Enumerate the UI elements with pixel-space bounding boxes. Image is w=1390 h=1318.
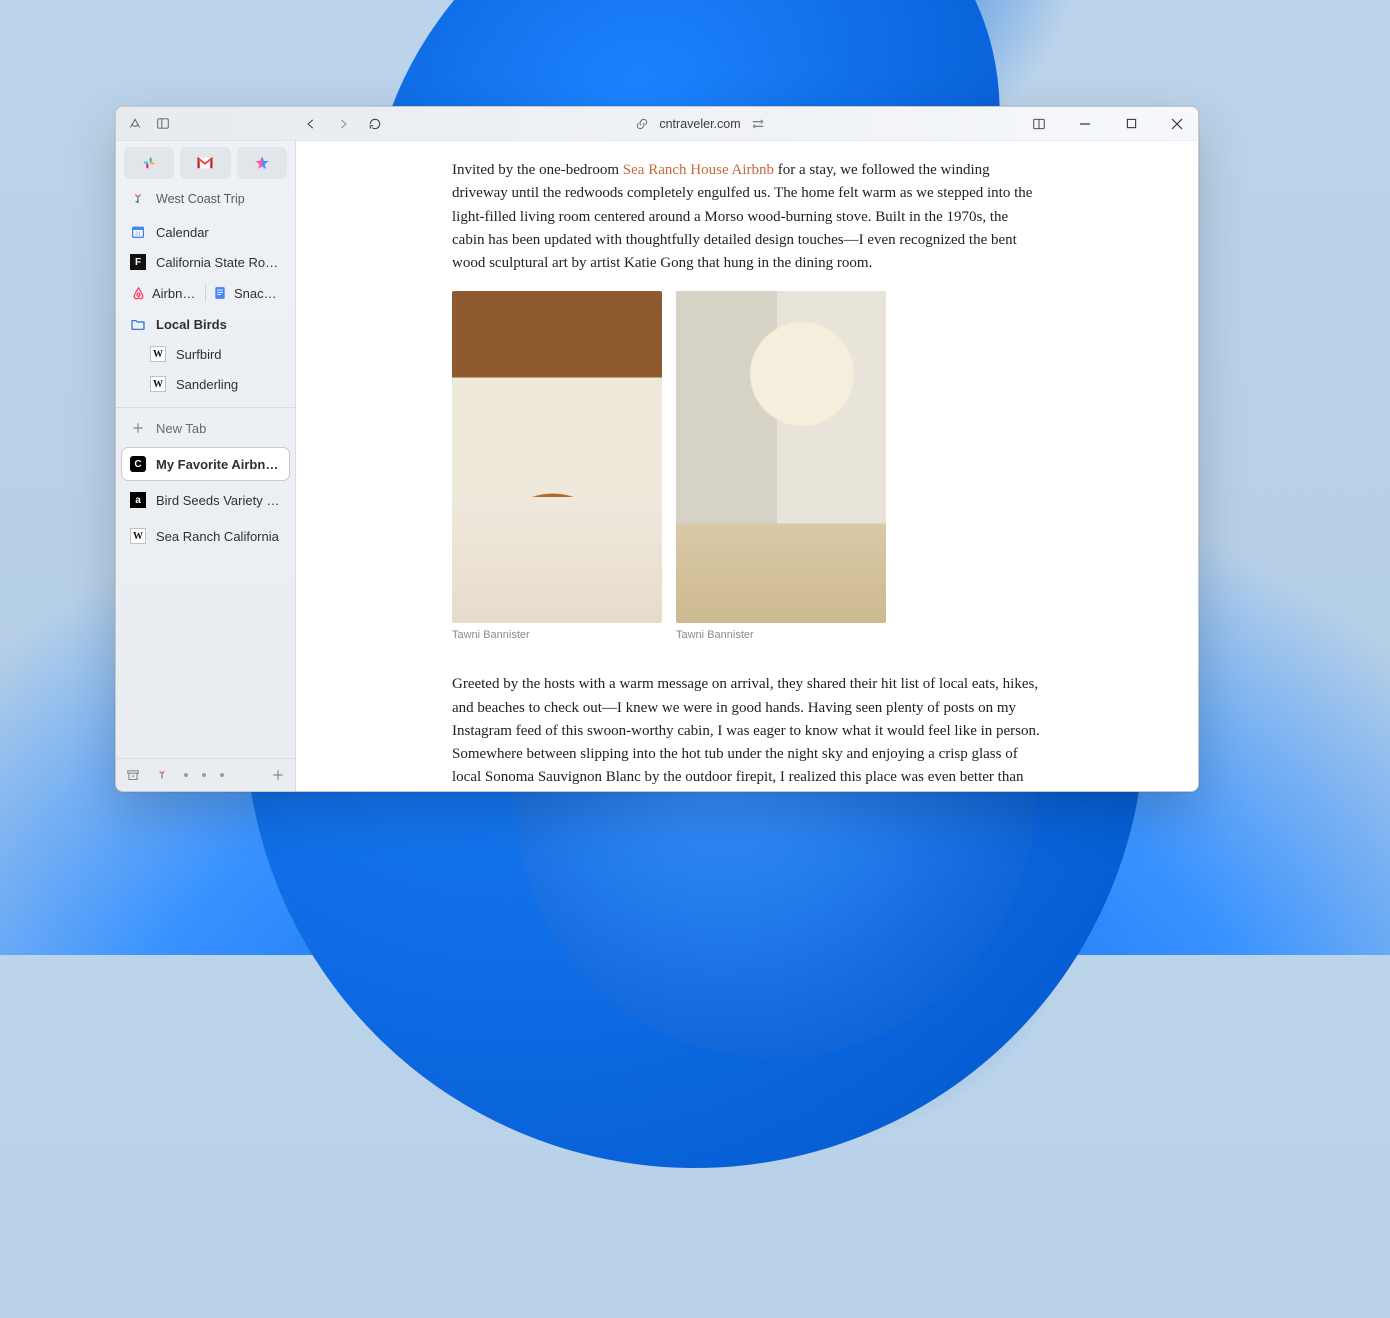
new-tab-button[interactable]: New Tab [122, 412, 289, 444]
forward-button[interactable] [336, 117, 350, 131]
page-content[interactable]: Invited by the one-bedroom Sea Ranch Hou… [296, 141, 1198, 791]
fandom-icon: F [130, 254, 146, 270]
back-button[interactable] [304, 117, 318, 131]
folder-item-surfbird[interactable]: W Surfbird [122, 339, 289, 369]
tab-bird-seeds[interactable]: a Bird Seeds Variety Pack [122, 484, 289, 516]
sidebar-toggle-icon[interactable] [156, 117, 170, 131]
wikipedia-icon: W [150, 376, 166, 392]
site-link-icon[interactable] [635, 117, 649, 131]
arc-logo-icon[interactable] [128, 117, 142, 131]
photo-gallery: Tawni Bannister Tawni Bannister [452, 291, 1042, 641]
browser-window: cntraveler.com [115, 106, 1199, 792]
pinned-snacks[interactable]: Snacks… [212, 285, 281, 301]
sidebar-footer [116, 758, 295, 791]
tab-favorite-airbnb[interactable]: C My Favorite Airbnb in S… [122, 448, 289, 480]
space-dot[interactable] [220, 773, 224, 777]
space-switcher[interactable]: West Coast Trip [116, 187, 295, 215]
split-view-button[interactable] [1018, 107, 1060, 141]
pinned-calendar[interactable]: 31 Calendar [122, 217, 289, 247]
pinned-label: California State Route 1 [156, 255, 281, 270]
sidebar-divider [116, 407, 295, 408]
reload-button[interactable] [368, 117, 382, 131]
pinned-route[interactable]: F California State Route 1 [122, 247, 289, 277]
titlebar: cntraveler.com [116, 107, 1198, 141]
new-space-button[interactable] [271, 768, 285, 782]
pinned-label: Airbnb l… [152, 286, 199, 301]
pinned-airbnb[interactable]: Airbnb l… [130, 285, 199, 301]
sidebar: West Coast Trip 31 Calendar F California… [116, 141, 296, 791]
calendar-icon: 31 [130, 224, 146, 240]
airbnb-icon [130, 285, 146, 301]
space-indicator-icon[interactable] [154, 767, 170, 783]
new-tab-label: New Tab [156, 421, 281, 436]
article-paragraph: Invited by the one-bedroom Sea Ranch Hou… [452, 159, 1042, 275]
plus-icon [130, 420, 146, 436]
photo-caption: Tawni Bannister [676, 629, 886, 641]
folder-label: Local Birds [156, 317, 281, 332]
tab-label: My Favorite Airbnb in S… [156, 457, 281, 472]
doc-icon [212, 285, 228, 301]
cntraveler-icon: C [130, 456, 146, 472]
tab-label: Sea Ranch California [156, 529, 281, 544]
folder-open-icon [130, 316, 146, 332]
split-divider [205, 284, 206, 302]
address-host[interactable]: cntraveler.com [659, 117, 740, 131]
wikipedia-icon: W [150, 346, 166, 362]
tab-sea-ranch[interactable]: W Sea Ranch California [122, 520, 289, 552]
maximize-button[interactable] [1110, 107, 1152, 141]
minimize-button[interactable] [1064, 107, 1106, 141]
pinned-label: Calendar [156, 225, 281, 240]
article-photo-bedroom[interactable] [452, 291, 662, 623]
amazon-icon: a [130, 492, 146, 508]
photo-caption: Tawni Bannister [452, 629, 662, 641]
pinned-label: Snacks… [234, 286, 281, 301]
archive-icon[interactable] [126, 768, 140, 782]
pinned-split: Airbnb l… Snacks… [122, 277, 289, 309]
close-button[interactable] [1156, 107, 1198, 141]
pinned-tile-app[interactable] [237, 147, 287, 179]
article-text: Invited by the one-bedroom [452, 162, 623, 178]
pinned-tile-gmail[interactable] [180, 147, 230, 179]
svg-text:31: 31 [135, 231, 141, 237]
article-paragraph: Greeted by the hosts with a warm message… [452, 673, 1042, 791]
space-name: West Coast Trip [156, 192, 245, 206]
article-text: for a stay, we followed the winding driv… [452, 162, 1032, 271]
article-link-sea-ranch[interactable]: Sea Ranch House Airbnb [623, 162, 774, 178]
folder-item-label: Surfbird [176, 347, 281, 362]
folder-item-sanderling[interactable]: W Sanderling [122, 369, 289, 399]
space-dot[interactable] [202, 773, 206, 777]
folder-item-label: Sanderling [176, 377, 281, 392]
tulip-icon [130, 191, 146, 207]
folder-local-birds[interactable]: Local Birds [122, 309, 289, 339]
article-photo-dining[interactable] [676, 291, 886, 623]
site-settings-icon[interactable] [751, 117, 765, 131]
space-dot[interactable] [184, 773, 188, 777]
tab-label: Bird Seeds Variety Pack [156, 493, 281, 508]
pinned-tile-slack[interactable] [124, 147, 174, 179]
article: Invited by the one-bedroom Sea Ranch Hou… [452, 159, 1042, 791]
wikipedia-icon: W [130, 528, 146, 544]
